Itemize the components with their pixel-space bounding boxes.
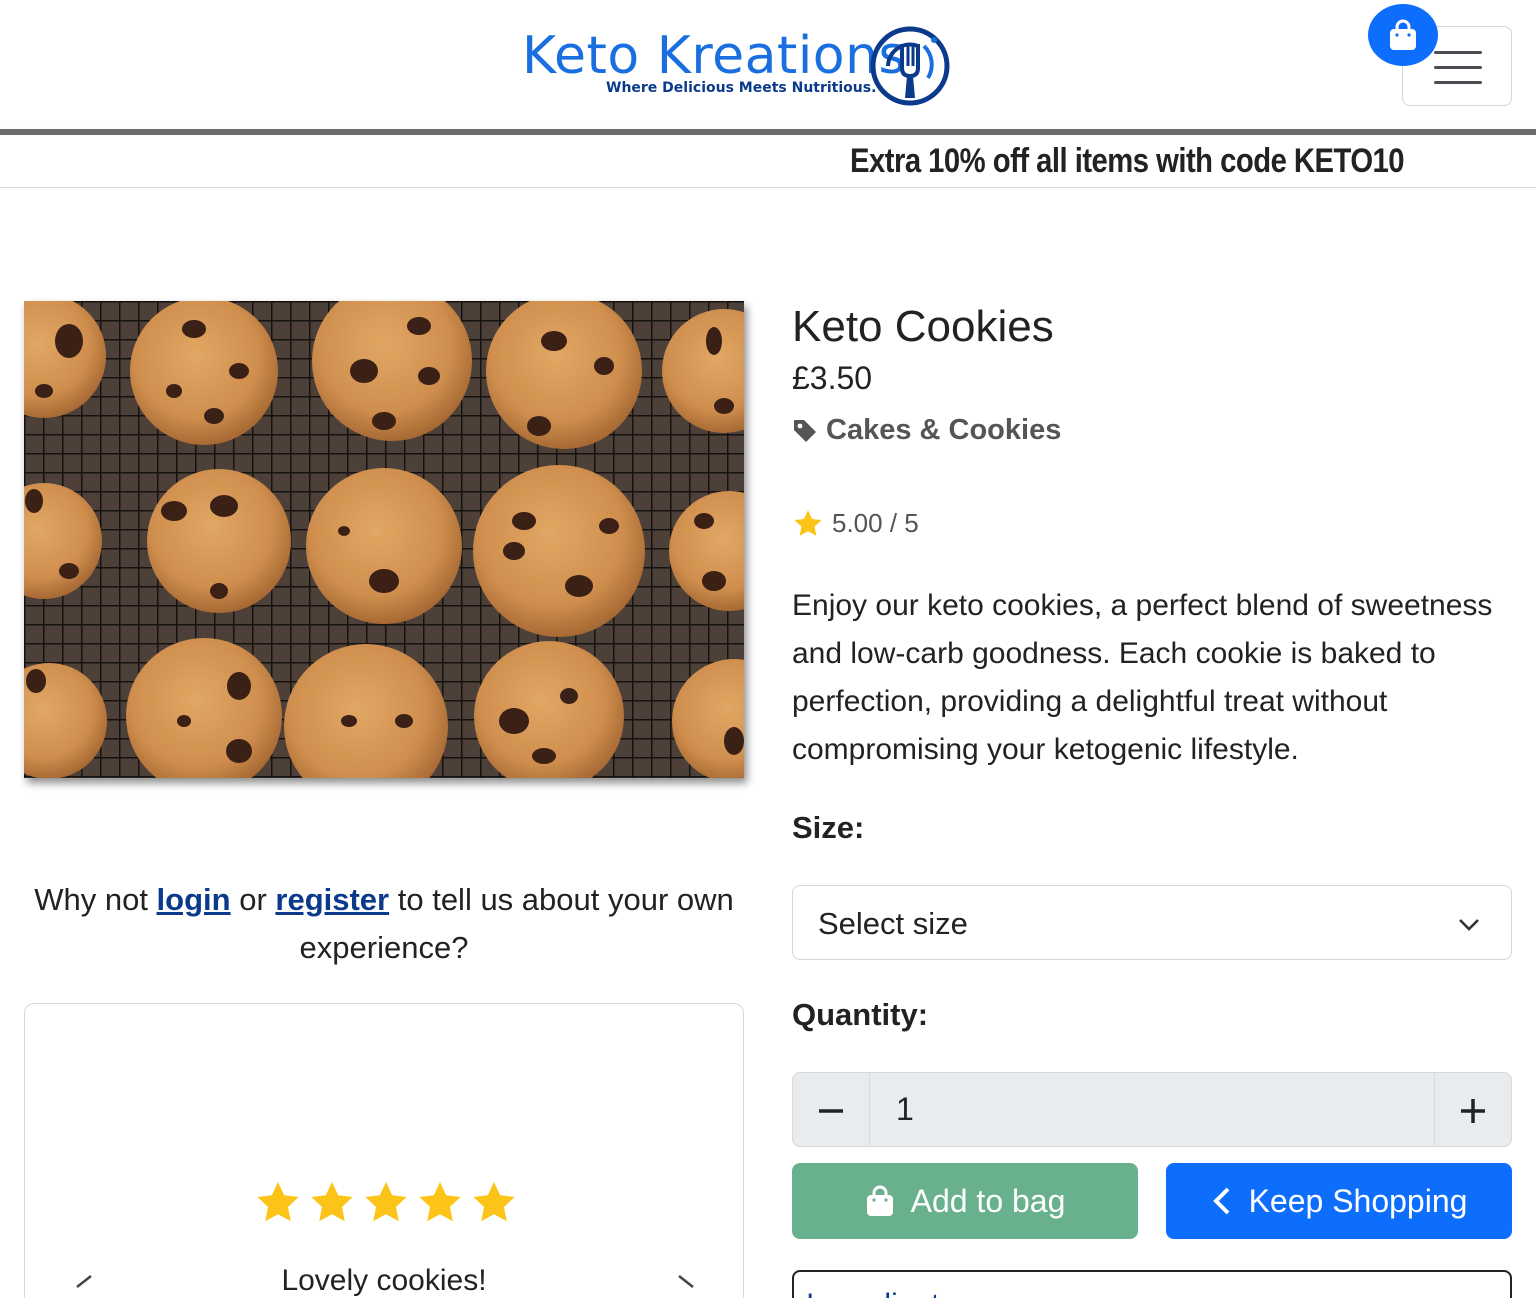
promo-text: Extra 10% off all items with code KETO10 [850,142,1405,180]
add-to-bag-button[interactable]: Add to bag [792,1163,1138,1239]
star-icon [257,1182,299,1222]
fork-logo-icon [870,26,950,106]
star-icon [419,1182,461,1222]
quantity-input[interactable] [896,1091,1096,1128]
size-select[interactable]: Select size [792,885,1512,960]
login-link[interactable]: login [157,882,231,917]
logo-tagline: Where Delicious Meets Nutritious. [606,80,877,96]
star-icon [794,509,822,536]
star-icon [365,1182,407,1222]
quantity-label: Quantity: [792,997,929,1032]
hamburger-line [1434,66,1482,69]
logo-wordmark: Keto Kreations [522,26,907,86]
shopping-bag-icon [866,1185,893,1216]
product-rating: 5.00 / 5 [792,508,919,539]
add-to-bag-label: Add to bag [910,1182,1066,1219]
hamburger-line [1434,81,1482,84]
shopping-bag-button[interactable] [1368,4,1438,66]
site-logo[interactable]: Keto Kreations Where Delicious Meets Nut… [520,22,960,112]
product-description: Enjoy our keto cookies, a perfect blend … [792,589,1493,766]
category-label: Cakes & Cookies [826,414,1062,446]
review-prompt: Why not login or register to tell us abo… [24,876,744,972]
quantity-stepper [792,1072,1512,1147]
site-header: Keto Kreations Where Delicious Meets Nut… [0,0,1536,131]
review-stars [253,1180,519,1226]
chevron-left-icon [1212,1187,1229,1215]
review-prompt-prefix: Why not [34,882,157,917]
hamburger-line [1434,51,1482,54]
product-category-link[interactable]: Cakes & Cookies [792,414,1061,447]
promo-banner: Extra 10% off all items with code KETO10 [0,135,1536,188]
rating-value: 5.00 / 5 [832,508,919,538]
minus-icon [819,1108,843,1113]
size-select-value: Select size [818,906,968,941]
carousel-next-icon[interactable] [671,1272,701,1298]
decrement-button[interactable] [793,1073,870,1146]
ingredients-accordion[interactable]: Ingredients [792,1270,1512,1298]
increment-button[interactable] [1434,1073,1511,1146]
carousel-prev-icon[interactable] [69,1272,99,1298]
keep-shopping-button[interactable]: Keep Shopping [1166,1163,1512,1239]
shopping-bag-icon [1390,19,1416,50]
product-title: Keto Cookies [792,302,1054,351]
chevron-down-icon [1459,919,1479,931]
star-icon [473,1182,515,1222]
product-image [24,301,744,778]
register-link[interactable]: register [275,882,389,917]
size-label: Size: [792,810,865,845]
review-prompt-middle: or [230,882,276,917]
tag-icon [794,419,816,442]
product-price: £3.50 [792,360,873,396]
star-icon [311,1182,353,1222]
review-title: Lovely cookies! [281,1264,487,1297]
ingredients-accordion-label: Ingredients [806,1288,954,1298]
review-carousel: Lovely cookies! [24,1003,744,1298]
plus-icon [1461,1098,1485,1123]
keep-shopping-label: Keep Shopping [1248,1182,1468,1219]
